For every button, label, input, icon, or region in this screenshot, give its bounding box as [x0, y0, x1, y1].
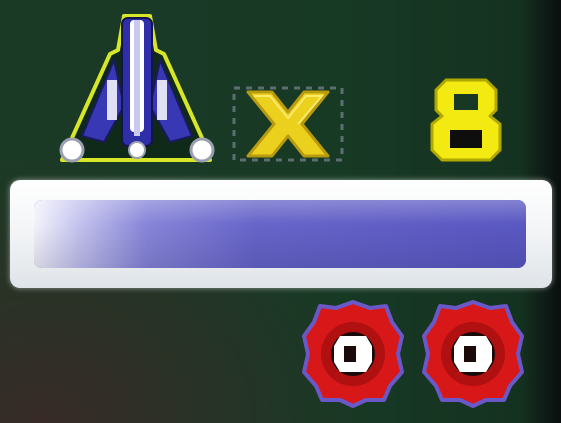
game-hud: 8	[0, 0, 561, 423]
bomb-icon	[302, 300, 404, 408]
bomb-icon	[422, 300, 524, 408]
ship-icon	[59, 14, 215, 163]
times-icon	[232, 86, 344, 162]
lives-label: 8	[416, 76, 417, 77]
lives-count: 8	[416, 76, 516, 166]
power-gauge	[10, 180, 552, 288]
power-gauge-fill	[34, 200, 526, 268]
power-gauge-track	[34, 200, 526, 268]
lives-digit-graphic	[430, 78, 502, 162]
